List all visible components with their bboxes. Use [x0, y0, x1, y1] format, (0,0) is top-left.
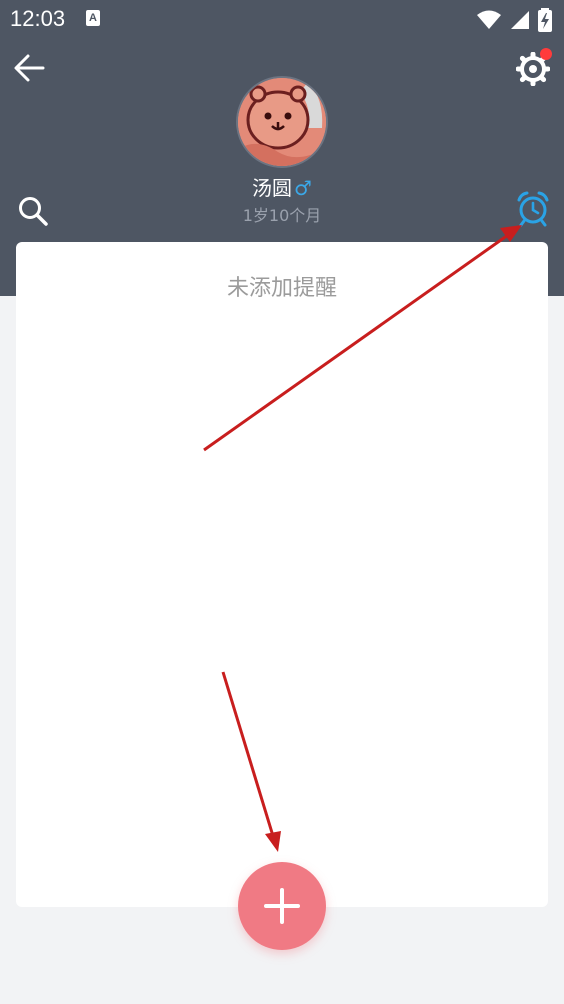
pet-name: 汤圆	[252, 176, 293, 200]
avatar[interactable]	[236, 76, 328, 168]
add-reminder-button[interactable]	[238, 862, 326, 950]
signal-icon	[511, 11, 529, 29]
notification-icon: A	[86, 10, 100, 26]
wifi-icon	[477, 10, 501, 29]
alarm-clock-icon	[517, 191, 549, 227]
status-time: 12:03	[10, 6, 66, 31]
pet-name-row: 汤圆 ♂	[0, 172, 564, 201]
alarm-button[interactable]	[512, 188, 554, 230]
search-button[interactable]	[14, 192, 52, 230]
search-icon	[19, 197, 48, 226]
empty-reminders-text: 未添加提醒	[226, 276, 337, 301]
battery-charging-icon	[538, 8, 552, 32]
pet-age: 1岁10个月	[242, 206, 322, 225]
pet-avatar-image	[238, 78, 326, 166]
status-bar: 12:03 A	[0, 0, 564, 38]
notification-badge	[540, 48, 552, 60]
back-button[interactable]	[10, 48, 50, 88]
male-gender-icon: ♂	[294, 176, 312, 200]
reminder-list-card: 未添加提醒	[16, 242, 548, 907]
plus-icon	[264, 888, 300, 924]
status-icons	[476, 8, 552, 32]
arrow-left-icon	[14, 54, 45, 82]
settings-button[interactable]	[512, 48, 554, 90]
